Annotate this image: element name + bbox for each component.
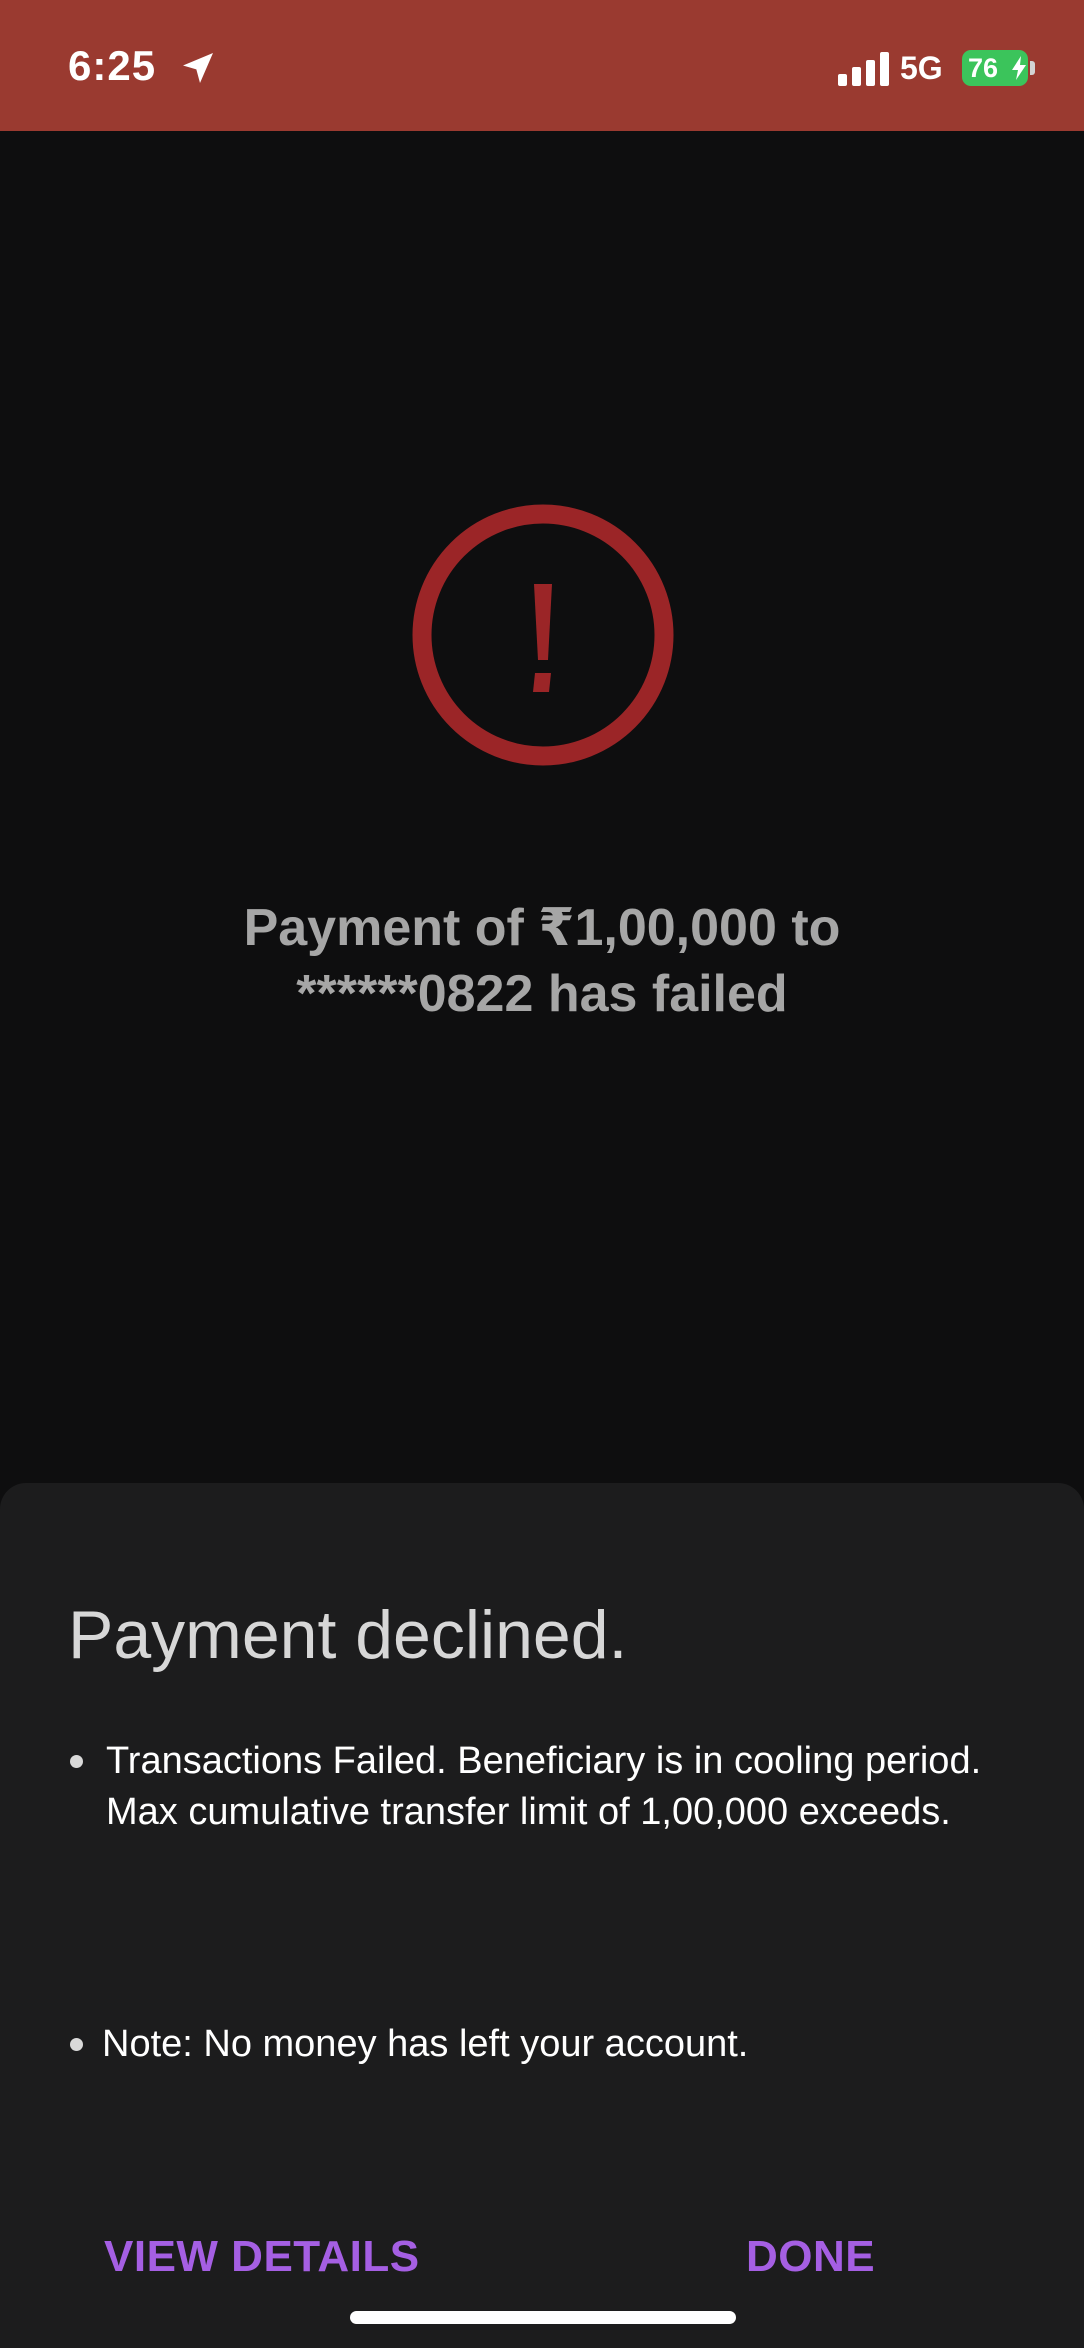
failure-message-line-2: ******0822 has failed <box>296 965 788 1023</box>
cellular-signal-icon <box>838 52 889 86</box>
exclamation-circle-icon <box>412 504 674 766</box>
view-details-button[interactable]: VIEW DETAILS <box>104 2229 420 2285</box>
status-bar: 6:25 5G 76 <box>0 0 1084 131</box>
failure-message-line-1: Payment of ₹1,00,000 to <box>243 899 841 957</box>
status-time: 6:25 <box>68 42 157 89</box>
payment-declined-sheet: Payment declined. Transactions Failed. B… <box>0 1483 1084 2348</box>
battery-cap <box>1030 61 1035 75</box>
done-button[interactable]: DONE <box>746 2229 875 2285</box>
sheet-title: Payment declined. <box>68 1597 628 1673</box>
bullet-icon <box>70 1755 83 1768</box>
payment-failed-screen: 6:25 5G 76 Payment of ₹1,00,000 to *****… <box>0 0 1084 2348</box>
bullet-icon <box>70 2038 83 2051</box>
location-arrow-icon <box>183 53 213 83</box>
battery-level: 76 <box>968 53 999 83</box>
home-indicator[interactable] <box>350 2311 736 2324</box>
note-text: Note: No money has left your account. <box>102 2023 749 2065</box>
battery-indicator: 76 <box>962 50 1028 86</box>
network-type: 5G <box>900 50 943 86</box>
failure-message: Payment of ₹1,00,000 to ******0822 has f… <box>142 895 942 1027</box>
battery-charging-icon <box>1012 56 1026 80</box>
decline-reason-text: Transactions Failed. Beneficiary is in c… <box>106 1740 982 1833</box>
